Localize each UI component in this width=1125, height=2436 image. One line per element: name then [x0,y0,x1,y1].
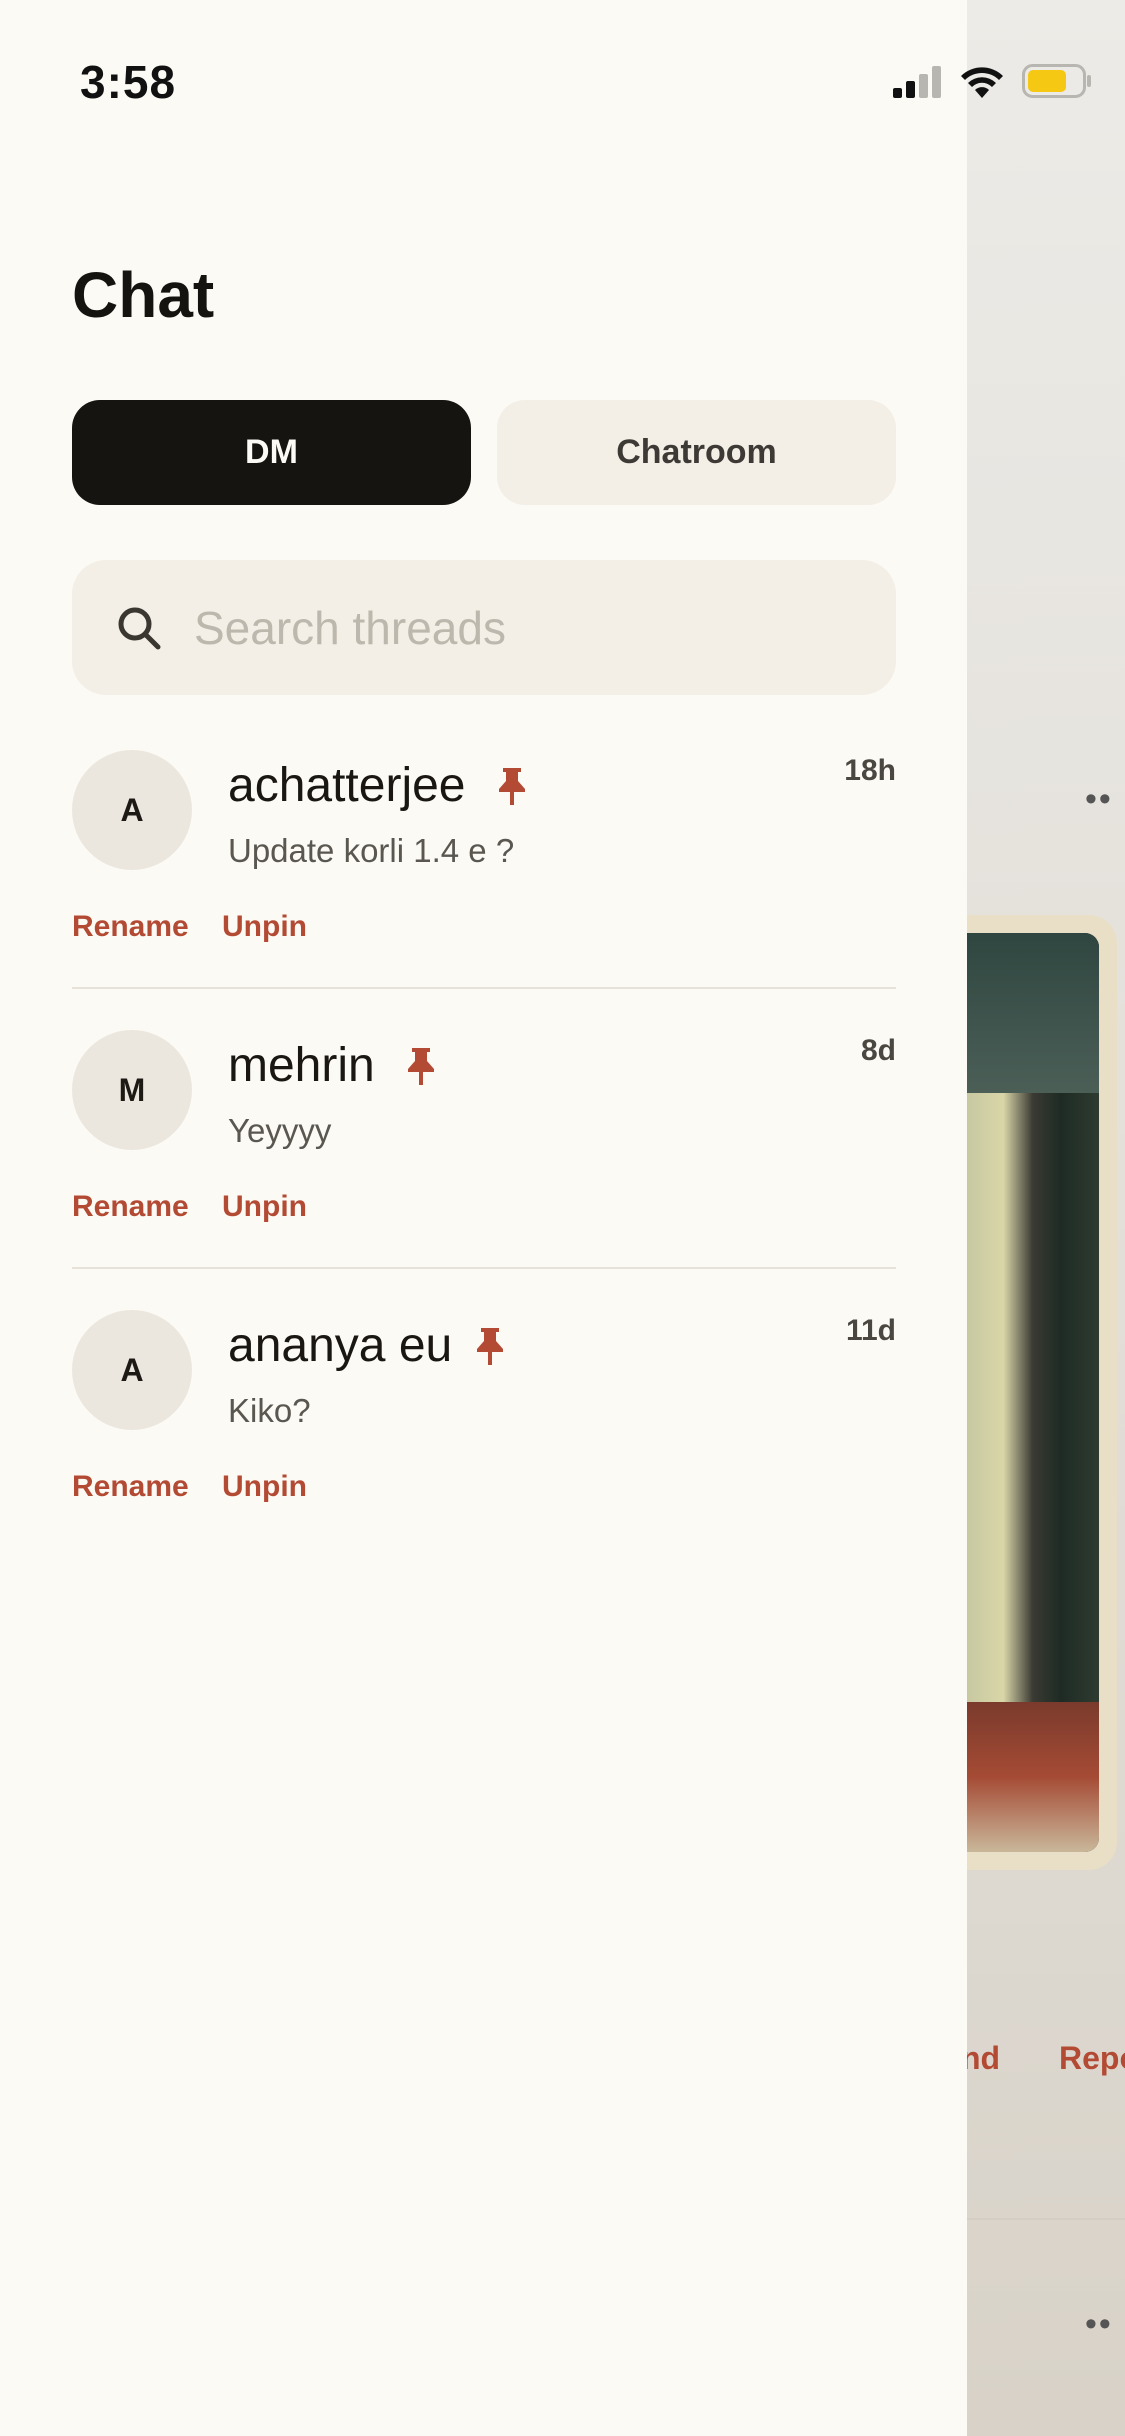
rename-button[interactable]: Rename [72,910,189,944]
thread-name: achatterjee [228,759,466,812]
thread-timestamp: 8d [860,1034,896,1067]
rename-button[interactable]: Rename [72,1190,189,1224]
search-bar[interactable] [72,560,896,695]
thread-name: ananya eu [228,1319,453,1372]
unpin-button[interactable]: Unpin [222,1190,307,1224]
background-action-send[interactable]: nd [967,2040,1000,2077]
unpin-button[interactable]: Unpin [222,910,307,944]
cellular-signal-icon [893,66,941,98]
battery-icon [1022,64,1091,98]
thread-item[interactable]: A ananya eu 11d Kiko? Rename Unpin [72,1310,896,1590]
pin-icon [499,768,525,805]
tab-dm[interactable]: DM [72,400,471,505]
more-options-icon[interactable]: •• [1085,780,1113,819]
thread-preview: Update korli 1.4 e ? [228,832,515,869]
pin-icon [408,1048,434,1085]
more-options-icon[interactable]: •• [1085,2305,1113,2344]
page-title: Chat [72,259,215,331]
avatar: A [72,1310,192,1430]
post-photo [967,915,1117,1870]
search-input[interactable] [194,560,874,695]
thread-preview: Yeyyyy [228,1112,332,1149]
rename-button[interactable]: Rename [72,1470,189,1504]
tab-dm-label: DM [245,433,298,471]
unpin-button[interactable]: Unpin [222,1470,307,1504]
divider [72,1267,896,1269]
status-bar: 3:58 [0,0,1125,140]
thread-preview: Kiko? [228,1392,311,1429]
background-screen: •• nd Repo •• [967,0,1125,2436]
thread-timestamp: 11d [845,1314,896,1347]
background-action-report[interactable]: Repo [1059,2040,1125,2077]
tab-chatroom-label: Chatroom [616,433,777,471]
avatar: A [72,750,192,870]
tab-chatroom[interactable]: Chatroom [497,400,896,505]
wifi-icon [961,67,1003,98]
chat-drawer: Chat DM Chatroom A achatterjee 18h Updat… [0,0,967,2436]
status-time: 3:58 [80,56,177,108]
search-icon [118,607,161,650]
divider [72,987,896,989]
avatar: M [72,1030,192,1150]
divider [967,2218,1125,2220]
pin-icon [477,1328,503,1365]
thread-name: mehrin [228,1039,375,1092]
thread-timestamp: 18h [844,754,896,787]
